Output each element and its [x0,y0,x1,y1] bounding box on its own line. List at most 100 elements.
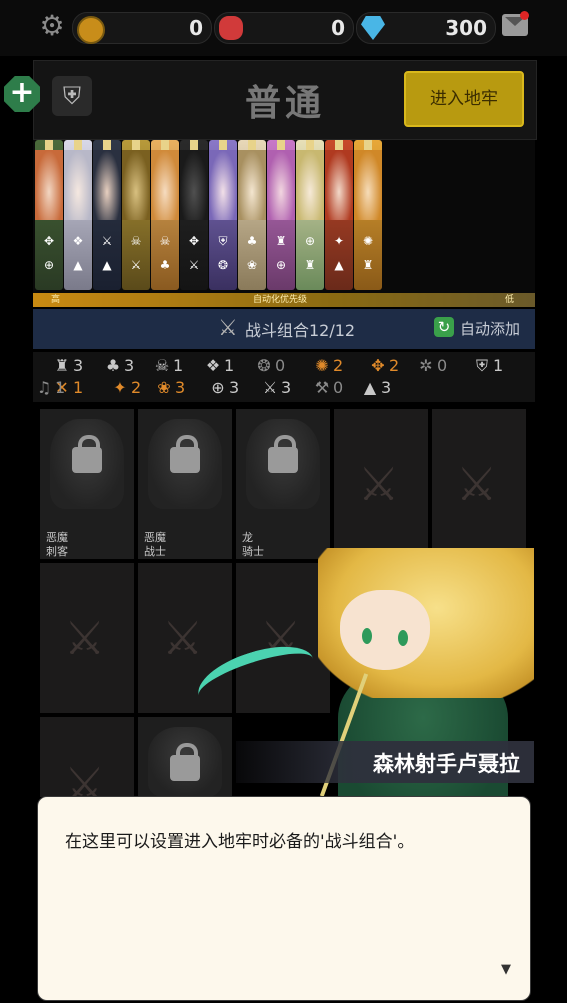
team-slot-locked[interactable]: 龙 骑士 [236,409,330,559]
character-eye [398,630,408,646]
sword-icon: ⚔ [130,258,142,272]
synergy-count: 3 [229,378,240,397]
synergy-count: 3 [124,356,135,375]
flame-icon: ▲ [334,258,344,272]
refresh-icon[interactable]: ↻ [434,317,454,337]
hero-card[interactable]: ✺ ♜ [354,140,382,290]
add-plus-icon[interactable]: + [4,76,40,112]
hero-card[interactable]: ❖ ▲ [64,140,92,290]
auto-add-button[interactable]: 自动添加 [460,318,520,339]
mage-icon: ✦ [113,378,127,397]
slot-class-tag: 刺客 [46,545,68,558]
paw-icon: ✥ [371,356,385,375]
character-nameplate: 森林射手卢聂拉 [236,741,534,783]
hero-card[interactable]: ✥ ⚔ [180,140,208,290]
crosshair-icon: ⊕ [304,234,316,248]
synergy-lion[interactable]: ✺ 2 [311,356,343,376]
synergy-count: 0 [437,356,448,375]
synergy-count: 0 [275,356,286,375]
synergy-count: 1 [55,378,66,397]
synergy-mage[interactable]: ✦ 2 [109,378,141,398]
slot-class-tag: 战士 [144,545,166,558]
synergy-mushroom[interactable]: ♣ 3 [102,356,134,376]
tower-icon: ♜ [362,258,374,272]
hero-card[interactable]: ♜ ⊕ [267,140,295,290]
synergy-tower[interactable]: ♜ 3 [51,356,83,376]
gold-coin-icon [77,16,105,44]
team-slot-locked[interactable]: 恶魔 刺客 [40,409,134,559]
diamond-value: 300 [445,16,487,40]
synergy-crosshair[interactable]: ⊕ 3 [207,378,239,398]
synergy-count: 1 [224,356,235,375]
hero-priority-strip[interactable]: ✥ ⊕ ❖ ▲ ⚔ ▲ ☠ ⚔ ☠ ♣ ✥ ⚔ ⛨ ❂ ♣ ❀ ♜ ⊕ ⊕ ♜ ✦ ▲ ✺ ♜ [33,140,535,294]
crossed-swords-icon: ⚔ [358,457,400,511]
skull-icon: ☠ [159,234,171,248]
ruby-counter: 0 [214,12,354,44]
team-slot-empty[interactable]: ⚔ [40,563,134,713]
synergy-sword[interactable]: ⚔ 3 [259,378,291,398]
synergy-skull[interactable]: ☠ 1 [151,356,183,376]
synergy-count: 1 [73,378,84,397]
red-gem-icon [219,16,243,40]
synergy-count: 2 [333,356,344,375]
notification-dot [520,11,529,20]
chest-icon[interactable]: ⛨ [52,76,92,116]
blue-diamond-icon [361,16,385,40]
bug-icon: ✲ [419,356,433,375]
crossed-swords-icon: ⚔ [218,316,238,341]
crosshair-icon: ⊕ [211,378,225,397]
enter-dungeon-button[interactable]: 进入地牢 [404,71,524,127]
character-name: 森林射手卢聂拉 [373,752,520,776]
character-eye [362,628,372,644]
synergy-count: 2 [131,378,142,397]
gold-value: 0 [189,16,203,40]
paw-icon: ✥ [188,234,200,248]
diamond-counter: 300 [356,12,496,44]
lock-icon [170,435,200,473]
hero-card[interactable]: ✦ ▲ [325,140,353,290]
hero-card[interactable]: ⚔ ▲ [93,140,121,290]
team-slot-empty[interactable]: ⚔ [432,409,526,559]
beast-icon: ❀ [246,258,258,272]
demon-icon: ❂ [217,258,229,272]
team-slot-locked[interactable]: 恶魔 战士 [138,409,232,559]
synergy-dragon[interactable]: ❖ 1 [202,356,234,376]
synergy-bug[interactable]: ✲ 0 [415,356,447,376]
crosshair-icon: ⊕ [275,258,287,272]
gear-icon[interactable]: ⚙ [38,12,66,40]
synergy-beast[interactable]: ❀ 3 [153,378,185,398]
team-slot-empty[interactable]: ⚔ [334,409,428,559]
axe-icon: ⚒ [314,378,330,397]
skull-icon: ☠ [154,356,170,375]
synergy-count: 3 [381,378,392,397]
mode-title: 普通 [244,83,325,124]
tower-icon: ♜ [275,234,287,248]
synergy-panel: ♜ 3 ♣ 3 ☠ 1 ❖ 1 ❂ 0 ✺ 2 ✥ 2 ✲ 0 ⛨ 1 ✕ 1 ✦ 2 ❀ 3 ⊕ 3 ⚔ 3 ⚒ 0 ▲ 3 ♫ 1 [33,352,535,402]
priority-bar: 高 自动化优先级 低 [33,293,535,307]
demon-icon: ❂ [257,356,271,375]
gold-counter: 0 [72,12,212,44]
synergy-count: 3 [175,378,186,397]
dragon-icon: ❖ [72,234,84,248]
hero-card[interactable]: ☠ ⚔ [122,140,150,290]
synergy-flame[interactable]: ▲ 3 [359,378,391,398]
dialog-text: 在这里可以设置进入地牢时必备的'战斗组合'。 [65,832,415,852]
paw-icon: ✥ [43,234,55,248]
hero-card[interactable]: ⊕ ♜ [296,140,324,290]
tower-icon: ♜ [304,258,316,272]
hero-card[interactable]: ♣ ❀ [238,140,266,290]
hero-card[interactable]: ⛨ ❂ [209,140,237,290]
synergy-axe[interactable]: ⚒ 0 [311,378,343,398]
synergy-paw[interactable]: ✥ 2 [367,356,399,376]
crossed-swords-icon: ⚔ [64,611,106,665]
synergy-shield[interactable]: ⛨ 1 [471,356,503,376]
team-slot-locked[interactable] [138,717,232,797]
team-slot-empty[interactable]: ⚔ [40,717,134,811]
lock-icon [268,435,298,473]
hero-card[interactable]: ✥ ⊕ [35,140,63,290]
priority-low-label: 低 [505,295,515,305]
synergy-bell[interactable]: ♫ 1 [33,378,65,398]
hero-card[interactable]: ☠ ♣ [151,140,179,290]
next-arrow-icon[interactable]: ▼ [501,962,511,977]
synergy-demon[interactable]: ❂ 0 [253,356,285,376]
